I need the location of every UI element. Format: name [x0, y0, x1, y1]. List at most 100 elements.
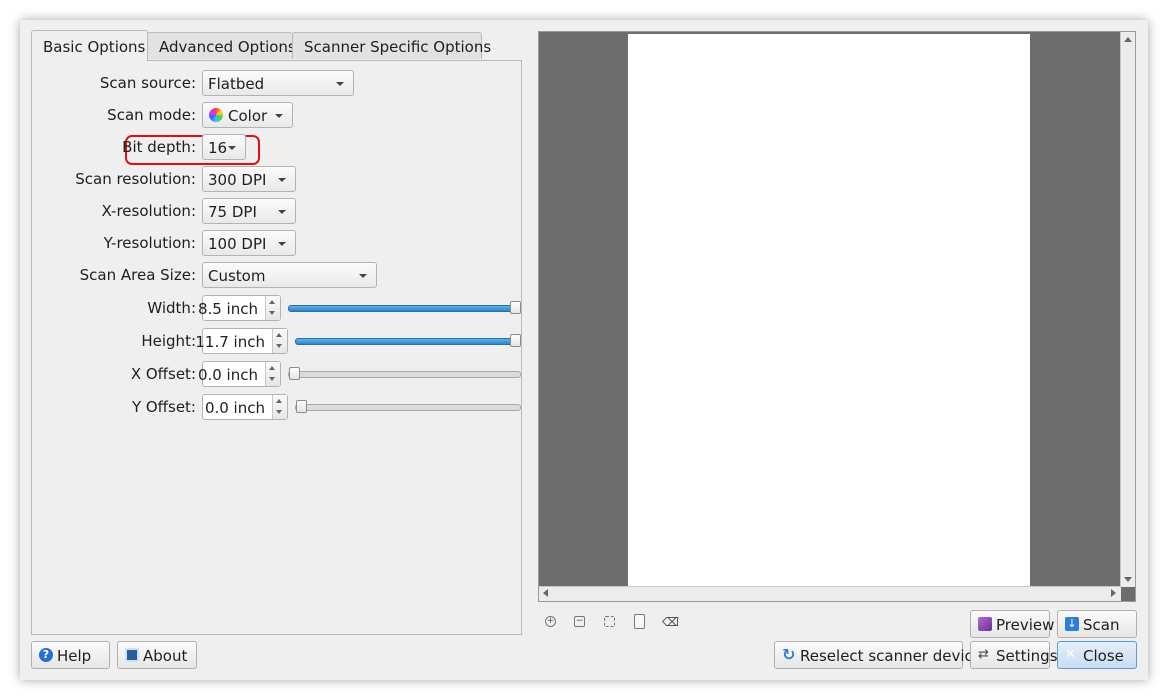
scan-resolution-value: 300 DPI — [208, 171, 267, 189]
preview-button[interactable]: Preview — [970, 610, 1054, 638]
width-stepper[interactable] — [265, 296, 280, 320]
zoom-fit-icon[interactable] — [634, 614, 645, 629]
height-slider[interactable] — [295, 338, 521, 345]
zoom-in-icon[interactable]: + — [545, 616, 556, 627]
clear-selection-icon[interactable]: ⌫ — [662, 615, 679, 629]
tab-basic-options-label: Basic Options — [43, 38, 146, 56]
settings-sliders-icon: ⇄ — [978, 647, 989, 662]
color-wheel-icon — [209, 108, 223, 122]
scroll-left-icon[interactable] — [543, 589, 548, 597]
arrow-down-icon — [269, 377, 275, 381]
y-resolution-combo[interactable]: 100 DPI — [202, 230, 296, 256]
preview-page — [628, 34, 1030, 587]
scan-area-size-label: Scan Area Size: — [79, 266, 196, 284]
arrow-up-icon — [276, 333, 282, 337]
preview-area[interactable] — [538, 31, 1136, 602]
scan-area-size-combo[interactable]: Custom — [202, 262, 377, 288]
x-offset-slider-handle[interactable] — [289, 367, 300, 380]
refresh-icon: ↻ — [782, 645, 796, 664]
about-button-label: About — [143, 647, 188, 665]
help-button-label: Help — [57, 647, 92, 665]
tab-basic-options[interactable]: Basic Options — [31, 30, 148, 61]
scan-button[interactable]: ↓ Scan — [1057, 610, 1137, 638]
y-offset-stepper[interactable] — [272, 395, 287, 419]
chevron-down-icon — [275, 114, 283, 118]
arrow-down-icon — [276, 410, 282, 414]
about-icon — [125, 648, 139, 662]
height-label: Height: — [141, 332, 196, 350]
preview-icon — [978, 617, 992, 631]
y-offset-label: Y Offset: — [131, 398, 196, 416]
horizontal-scrollbar[interactable] — [539, 586, 1121, 601]
settings-button-label: Settings — [996, 647, 1058, 665]
chevron-down-icon — [278, 242, 286, 246]
x-resolution-label: X-resolution: — [101, 202, 196, 220]
reselect-scanner-label: Reselect scanner device — [800, 647, 983, 665]
scan-mode-label: Scan mode: — [107, 106, 196, 124]
scroll-up-icon[interactable] — [1124, 37, 1132, 42]
vertical-scrollbar[interactable] — [1120, 32, 1135, 587]
close-icon: ✕ — [1065, 647, 1076, 662]
scan-mode-combo[interactable]: Color — [202, 102, 293, 128]
chevron-down-icon — [228, 146, 236, 150]
scan-area-size-value: Custom — [208, 267, 266, 285]
close-button-label: Close — [1083, 647, 1124, 665]
y-offset-slider-handle[interactable] — [296, 400, 307, 413]
width-slider[interactable] — [288, 305, 521, 312]
bit-depth-value: 16 — [208, 139, 228, 157]
chevron-down-icon — [278, 210, 286, 214]
x-resolution-value: 75 DPI — [208, 203, 257, 221]
width-slider-handle[interactable] — [510, 301, 521, 314]
scan-mode-value: Color — [228, 107, 268, 125]
scan-resolution-label: Scan resolution: — [75, 170, 196, 188]
width-spinbox[interactable]: 8.5 inch — [198, 295, 281, 321]
x-offset-stepper[interactable] — [265, 362, 280, 386]
height-spinbox[interactable]: 11.7 inch — [195, 328, 288, 354]
zoom-out-icon[interactable]: − — [574, 616, 585, 627]
zoom-to-selection-icon[interactable] — [604, 616, 615, 627]
tab-scanner-specific-options[interactable]: Scanner Specific Options — [292, 32, 491, 59]
scroll-right-icon[interactable] — [1111, 589, 1116, 597]
y-offset-spinbox[interactable]: 0.0 inch — [202, 394, 288, 420]
width-label: Width: — [147, 299, 196, 317]
scan-button-label: Scan — [1083, 616, 1120, 634]
help-button[interactable]: ? Help — [31, 641, 110, 669]
scan-download-icon: ↓ — [1065, 617, 1079, 631]
arrow-up-icon — [269, 300, 275, 304]
width-value: 8.5 inch — [197, 300, 258, 318]
x-offset-label: X Offset: — [130, 365, 196, 383]
reselect-scanner-button[interactable]: ↻ Reselect scanner device — [774, 641, 982, 669]
x-offset-spinbox[interactable]: 0.0 inch — [198, 361, 281, 387]
scan-source-combo[interactable]: Flatbed — [202, 70, 354, 96]
scan-dialog: Basic Options Advanced Options Scanner S… — [20, 20, 1148, 680]
about-button[interactable]: About — [117, 641, 197, 669]
x-resolution-combo[interactable]: 75 DPI — [202, 198, 296, 224]
arrow-down-icon — [269, 311, 275, 315]
settings-button[interactable]: ⇄ Settings — [970, 641, 1058, 669]
height-value: 11.7 inch — [195, 333, 265, 351]
scan-source-label: Scan source: — [99, 74, 196, 92]
y-resolution-label: Y-resolution: — [103, 234, 196, 252]
x-offset-value: 0.0 inch — [197, 366, 258, 384]
chevron-down-icon — [278, 178, 286, 182]
tab-scanner-specific-label: Scanner Specific Options — [304, 38, 492, 56]
bit-depth-combo[interactable]: 16 — [202, 134, 246, 160]
y-resolution-value: 100 DPI — [208, 235, 267, 253]
preview-button-label: Preview — [996, 616, 1055, 634]
y-offset-slider[interactable] — [295, 404, 521, 411]
y-offset-value: 0.0 inch — [204, 399, 265, 417]
chevron-down-icon — [336, 82, 344, 86]
tab-advanced-options[interactable]: Advanced Options — [147, 32, 296, 59]
tab-advanced-options-label: Advanced Options — [159, 38, 296, 56]
scan-resolution-combo[interactable]: 300 DPI — [202, 166, 296, 192]
height-slider-handle[interactable] — [510, 334, 521, 347]
bit-depth-label: Bit depth: — [122, 138, 196, 156]
scan-source-value: Flatbed — [208, 75, 265, 93]
help-icon: ? — [39, 648, 53, 662]
close-button[interactable]: ✕ Close — [1057, 641, 1137, 669]
arrow-up-icon — [269, 366, 275, 370]
chevron-down-icon — [359, 274, 367, 278]
height-stepper[interactable] — [272, 329, 287, 353]
x-offset-slider[interactable] — [288, 371, 521, 378]
scroll-down-icon[interactable] — [1124, 577, 1132, 582]
